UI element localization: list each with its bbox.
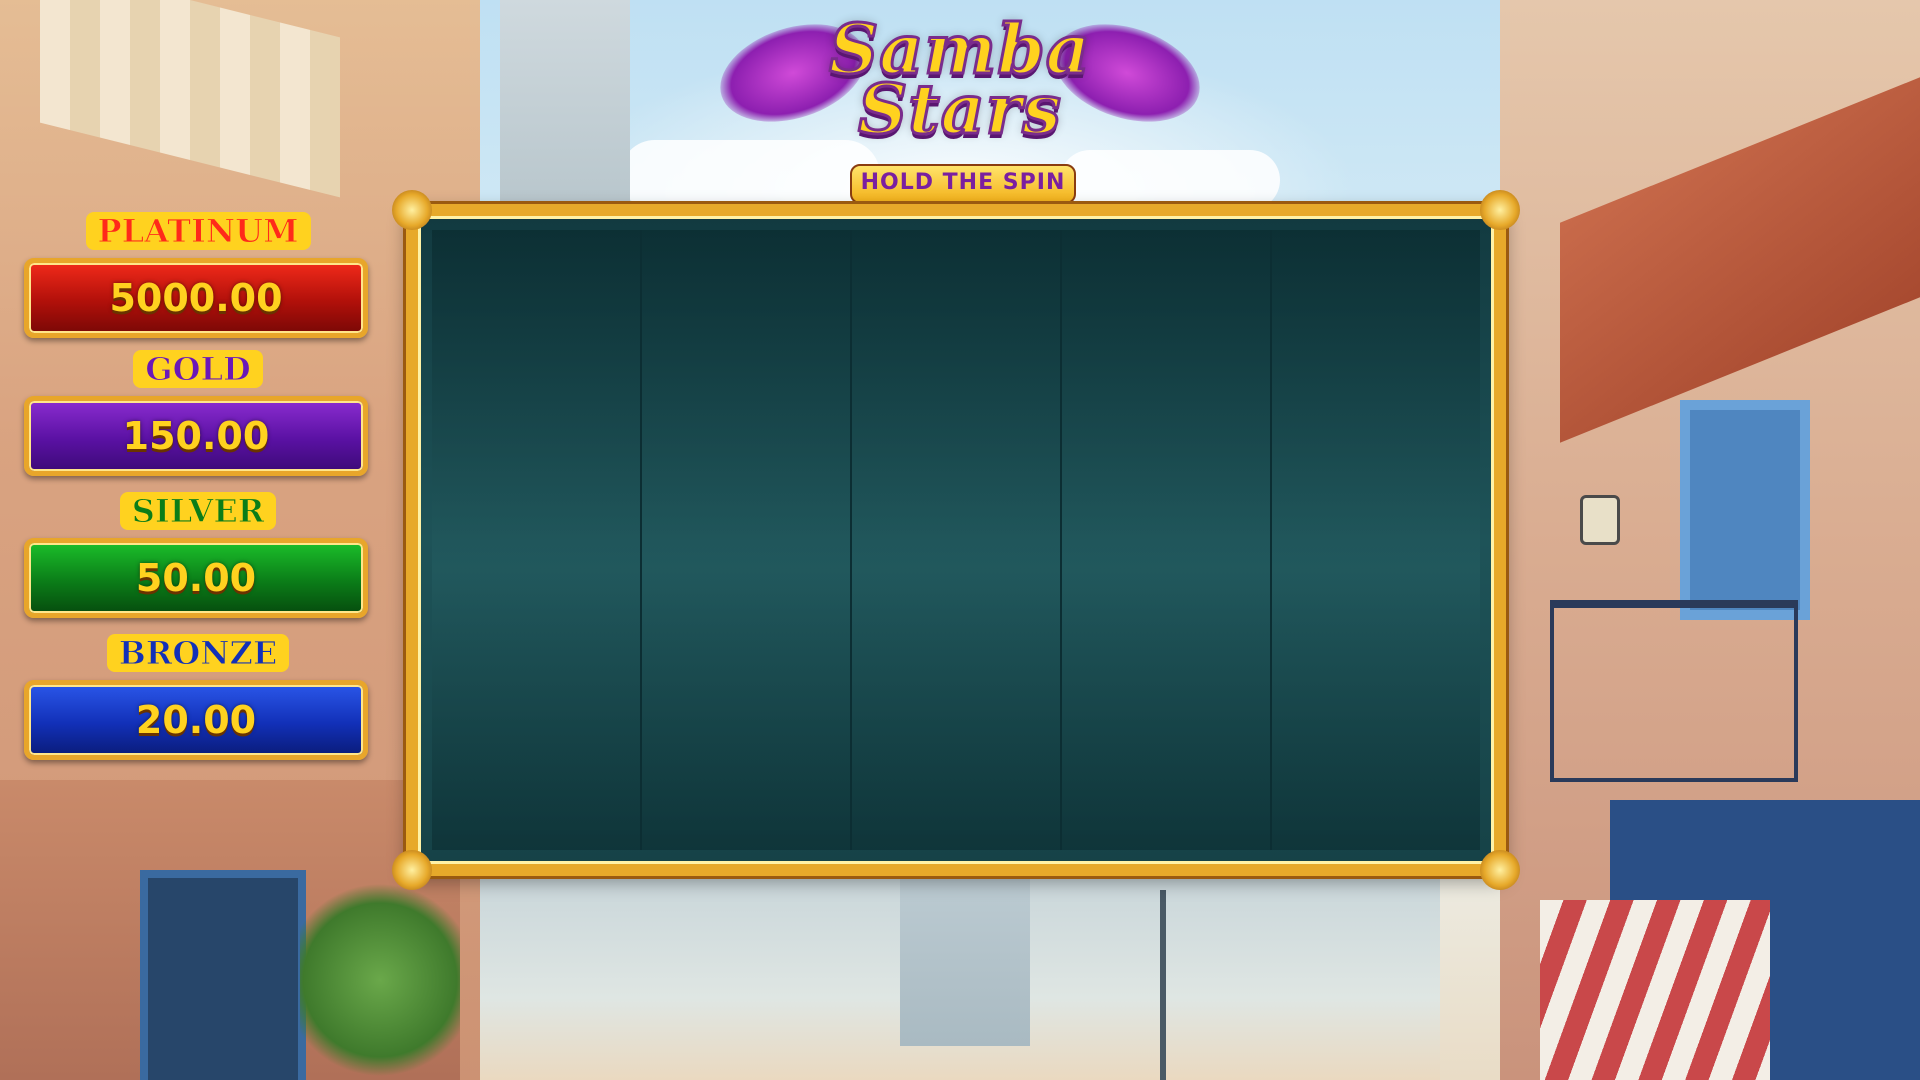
tree [300, 880, 460, 1080]
jackpot-label: SILVER [18, 492, 378, 531]
reel-column [432, 230, 642, 850]
frame-corner-ornament [392, 850, 432, 890]
game-logo: Samba Stars HOLD THE SPIN [707, 7, 1213, 204]
wall-lamp [1580, 495, 1620, 545]
frame-corner-ornament [392, 190, 432, 230]
reel-column [642, 230, 852, 850]
center-tower [900, 876, 1030, 1046]
jackpot-name: BRONZE [106, 634, 290, 673]
reel-frame [392, 190, 1520, 890]
jackpot-value: 5000.00 [24, 258, 368, 338]
right-door [1680, 400, 1810, 620]
jackpot-label: GOLD [18, 350, 378, 389]
street-lamp [1160, 890, 1166, 1080]
jackpot-label: BRONZE [18, 634, 378, 673]
jackpot-name: GOLD [133, 350, 263, 389]
frame-corner-ornament [1480, 850, 1520, 890]
jackpot-name: PLATINUM [85, 212, 311, 251]
reel-grid[interactable] [432, 230, 1480, 850]
reel-column [1062, 230, 1272, 850]
jackpot-label: PLATINUM [18, 212, 378, 251]
logo-subtitle: HOLD THE SPIN [850, 164, 1076, 204]
logo-title-line2: Stars [857, 69, 1063, 152]
balcony [1550, 600, 1798, 782]
jackpot-value: 20.00 [24, 680, 368, 760]
jackpot-value: 50.00 [24, 538, 368, 618]
jackpot-value: 150.00 [24, 396, 368, 476]
striped-awning [1540, 900, 1770, 1080]
game-screen: Samba Stars HOLD THE SPIN PLATINUM 5000.… [0, 0, 1920, 1080]
left-door [140, 870, 306, 1080]
frame-corner-ornament [1480, 190, 1520, 230]
church-tower [500, 0, 630, 210]
reel-column [1272, 230, 1480, 850]
jackpot-name: SILVER [119, 492, 277, 531]
reel-column [852, 230, 1062, 850]
